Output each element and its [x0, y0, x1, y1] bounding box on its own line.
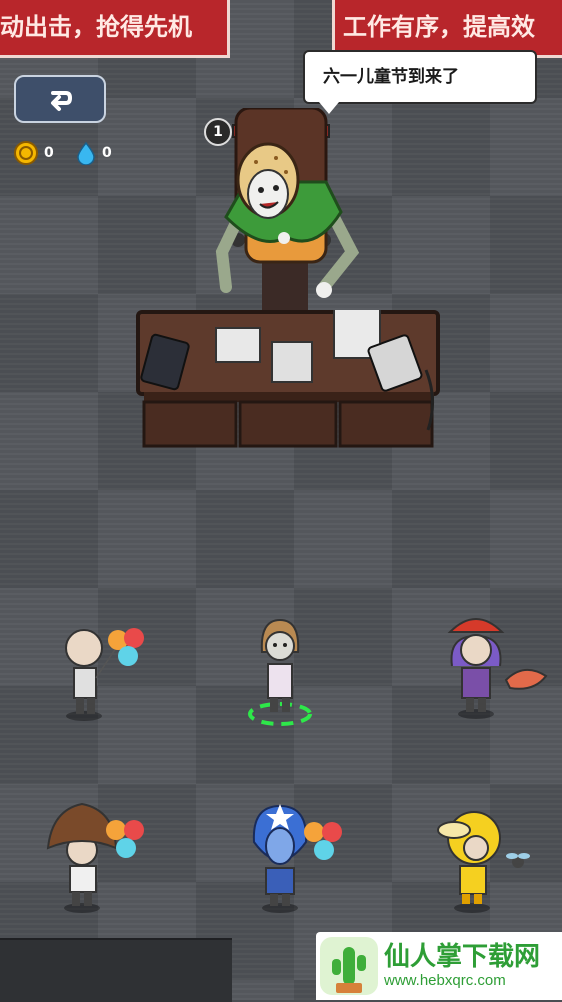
employee-firefighter-girl[interactable] [440, 606, 554, 722]
water-count: 0 [102, 145, 112, 161]
slogan-banner-left: 动出击，抢得先机 [0, 0, 230, 58]
water-drop-icon [77, 141, 95, 165]
employee-poop-hat-girl[interactable] [42, 800, 152, 916]
coin-count: 0 [44, 145, 54, 161]
employee-ultraman-costume[interactable] [240, 802, 350, 916]
bottom-panel [0, 938, 232, 1002]
water-counter: 0 [76, 140, 112, 166]
back-button[interactable] [14, 75, 106, 123]
watermark-title: 仙人掌下载网 [384, 942, 541, 972]
employee-girl-selected[interactable] [240, 616, 326, 732]
site-watermark: 仙人掌下载网 www.hebxqrc.com [316, 932, 562, 1000]
boss-speech-bubble: 六一儿童节到来了 [303, 50, 537, 114]
back-arrow-icon [51, 91, 73, 111]
employee-balloon-man[interactable] [56, 618, 156, 722]
employee-duck-costume[interactable] [428, 792, 538, 916]
coin-icon [14, 141, 38, 165]
cactus-logo-icon [320, 937, 378, 995]
coin-counter: 0 [14, 140, 54, 166]
boss-desk [136, 310, 440, 448]
watermark-url: www.hebxqrc.com [384, 972, 506, 989]
